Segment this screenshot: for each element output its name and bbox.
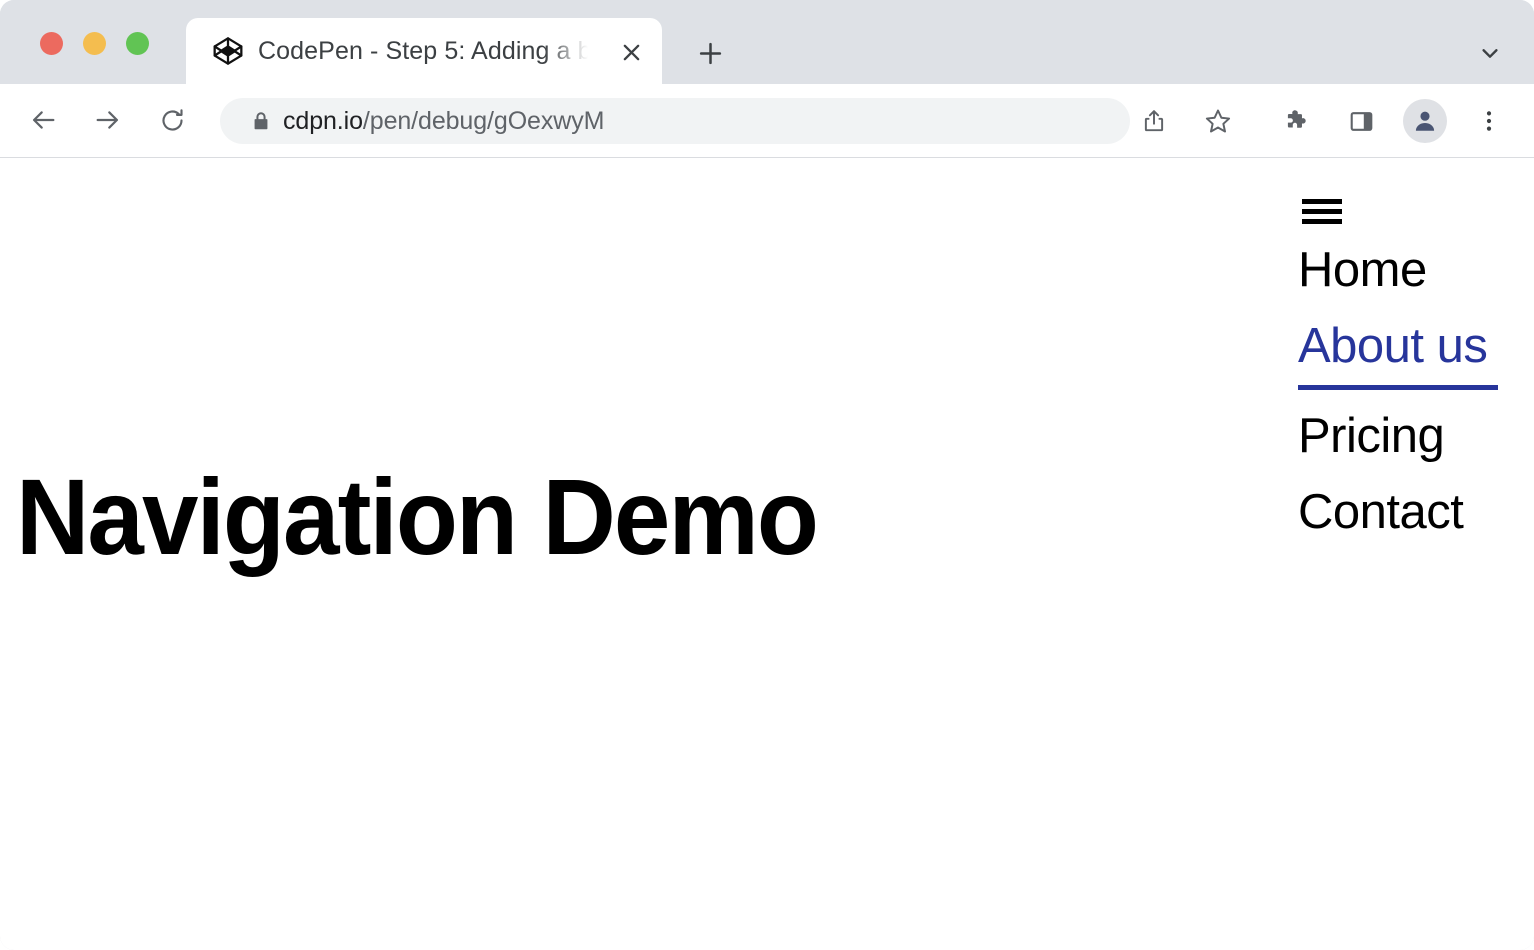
nav-item-pricing: Pricing bbox=[1298, 412, 1508, 462]
codepen-logo-icon bbox=[212, 35, 244, 67]
close-window-button[interactable] bbox=[40, 32, 63, 55]
nav-link-contact[interactable]: Contact bbox=[1298, 488, 1463, 538]
tab-strip: CodePen - Step 5: Adding a bu bbox=[0, 0, 1534, 84]
nav-item-home: Home bbox=[1298, 246, 1508, 296]
back-button[interactable] bbox=[20, 96, 68, 144]
reload-button[interactable] bbox=[148, 96, 196, 144]
lock-icon bbox=[250, 110, 272, 132]
url-path: /pen/debug/gOexwyM bbox=[363, 107, 604, 135]
profile-avatar[interactable] bbox=[1402, 98, 1448, 144]
nav-item-about-us: About us bbox=[1298, 322, 1508, 390]
close-tab-button[interactable] bbox=[614, 35, 648, 69]
forward-button[interactable] bbox=[83, 96, 131, 144]
side-panel-icon[interactable] bbox=[1338, 98, 1384, 144]
tab-search-chevron-down-icon[interactable] bbox=[1470, 33, 1510, 73]
maximize-window-button[interactable] bbox=[126, 32, 149, 55]
tab-title: CodePen - Step 5: Adding a bu bbox=[258, 18, 588, 84]
hamburger-bar-2 bbox=[1302, 209, 1342, 214]
browser-toolbar: cdpn.io/pen/debug/gOexwyM bbox=[0, 84, 1534, 158]
hamburger-menu-icon[interactable] bbox=[1302, 198, 1342, 224]
url-text: cdpn.io/pen/debug/gOexwyM bbox=[283, 98, 604, 144]
address-bar[interactable]: cdpn.io/pen/debug/gOexwyM bbox=[220, 98, 1130, 144]
new-tab-button[interactable] bbox=[690, 33, 730, 73]
extensions-puzzle-icon[interactable] bbox=[1274, 98, 1320, 144]
minimize-window-button[interactable] bbox=[83, 32, 106, 55]
share-icon[interactable] bbox=[1131, 98, 1177, 144]
nav-link-home[interactable]: Home bbox=[1298, 246, 1427, 296]
page-title: Navigation Demo bbox=[16, 463, 817, 571]
page-viewport: Navigation Demo Home About us Pricing Co… bbox=[0, 158, 1534, 950]
hamburger-bar-3 bbox=[1302, 219, 1342, 224]
browser-tab[interactable]: CodePen - Step 5: Adding a bu bbox=[186, 18, 662, 84]
nav-link-about-us[interactable]: About us bbox=[1298, 322, 1498, 390]
nav-list: Home About us Pricing Contact bbox=[1298, 246, 1508, 538]
window-controls bbox=[40, 32, 149, 55]
avatar bbox=[1403, 99, 1447, 143]
browser-window: CodePen - Step 5: Adding a bu bbox=[0, 0, 1534, 950]
url-domain: cdpn.io bbox=[283, 107, 363, 135]
site-navigation: Home About us Pricing Contact bbox=[1298, 198, 1508, 564]
nav-item-contact: Contact bbox=[1298, 488, 1508, 538]
hamburger-bar-1 bbox=[1302, 199, 1342, 204]
chrome-menu-icon[interactable] bbox=[1466, 98, 1512, 144]
bookmark-star-icon[interactable] bbox=[1195, 98, 1241, 144]
nav-link-pricing[interactable]: Pricing bbox=[1298, 412, 1444, 462]
